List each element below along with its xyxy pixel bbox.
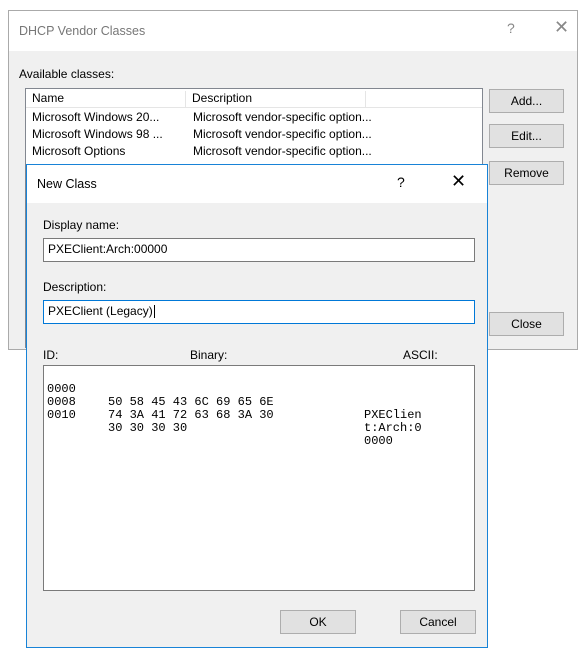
list-item[interactable]: Microsoft Windows 98 ... Microsoft vendo… [26, 126, 482, 143]
hex-binary: 30 30 30 30 [108, 421, 188, 435]
new-class-help-button[interactable]: ? [397, 174, 405, 190]
vendor-dialog-close-icon[interactable]: ✕ [554, 17, 569, 38]
column-header-description[interactable]: Description [186, 91, 366, 107]
binary-column-label: Binary: [190, 348, 228, 362]
id-hex-editor[interactable]: 0000 50 58 45 43 6C 69 65 6E PXEClien 00… [43, 365, 475, 591]
list-item-name: Microsoft Windows 20... [32, 110, 160, 124]
display-name-input[interactable]: PXEClient:Arch:00000 [43, 238, 475, 262]
vendor-dialog-help-button[interactable]: ? [507, 20, 515, 36]
list-header: Name Description [26, 89, 482, 108]
vendor-dialog-titlebar: DHCP Vendor Classes ? ✕ [9, 11, 577, 51]
id-column-label: ID: [43, 348, 59, 362]
vendor-dialog-title: DHCP Vendor Classes [19, 24, 146, 38]
list-item-name: Microsoft Windows 98 ... [32, 127, 163, 141]
list-item[interactable]: Microsoft Options Microsoft vendor-speci… [26, 143, 482, 160]
list-item-name: Microsoft Options [32, 144, 126, 158]
ascii-column-label: ASCII: [403, 348, 438, 362]
ok-button[interactable]: OK [280, 610, 356, 634]
list-item-description: Microsoft vendor-specific option... [193, 144, 372, 158]
hex-row: 0000 50 58 45 43 6C 69 65 6E PXEClien [44, 370, 474, 422]
description-input[interactable]: PXEClient (Legacy) [43, 300, 475, 324]
available-classes-label: Available classes: [19, 67, 115, 81]
close-button[interactable]: Close [489, 312, 564, 336]
hex-offset: 0010 [47, 408, 76, 422]
list-item-description: Microsoft vendor-specific option... [193, 110, 372, 124]
description-value: PXEClient (Legacy) [48, 304, 153, 318]
column-header-name[interactable]: Name [26, 91, 186, 107]
new-class-titlebar: New Class ? ✕ [27, 165, 487, 203]
list-item[interactable]: Microsoft Windows 20... Microsoft vendor… [26, 109, 482, 126]
remove-button[interactable]: Remove [489, 161, 564, 185]
add-button[interactable]: Add... [489, 89, 564, 113]
new-class-title: New Class [37, 177, 97, 191]
display-name-value: PXEClient:Arch:00000 [48, 242, 168, 256]
description-label: Description: [43, 280, 107, 294]
hex-ascii: 0000 [364, 434, 393, 448]
edit-button[interactable]: Edit... [489, 124, 564, 148]
new-class-close-icon[interactable]: ✕ [451, 171, 466, 192]
new-class-dialog: New Class ? ✕ Display name: PXEClient:Ar… [26, 164, 488, 648]
text-caret [153, 305, 155, 319]
hex-row: 0008 74 3A 41 72 63 68 3A 30 t:Arch:0 [44, 383, 474, 435]
cancel-button[interactable]: Cancel [400, 610, 476, 634]
list-item-description: Microsoft vendor-specific option... [193, 127, 372, 141]
hex-row: 0010 30 30 30 30 0000 [44, 396, 474, 448]
display-name-label: Display name: [43, 218, 120, 232]
